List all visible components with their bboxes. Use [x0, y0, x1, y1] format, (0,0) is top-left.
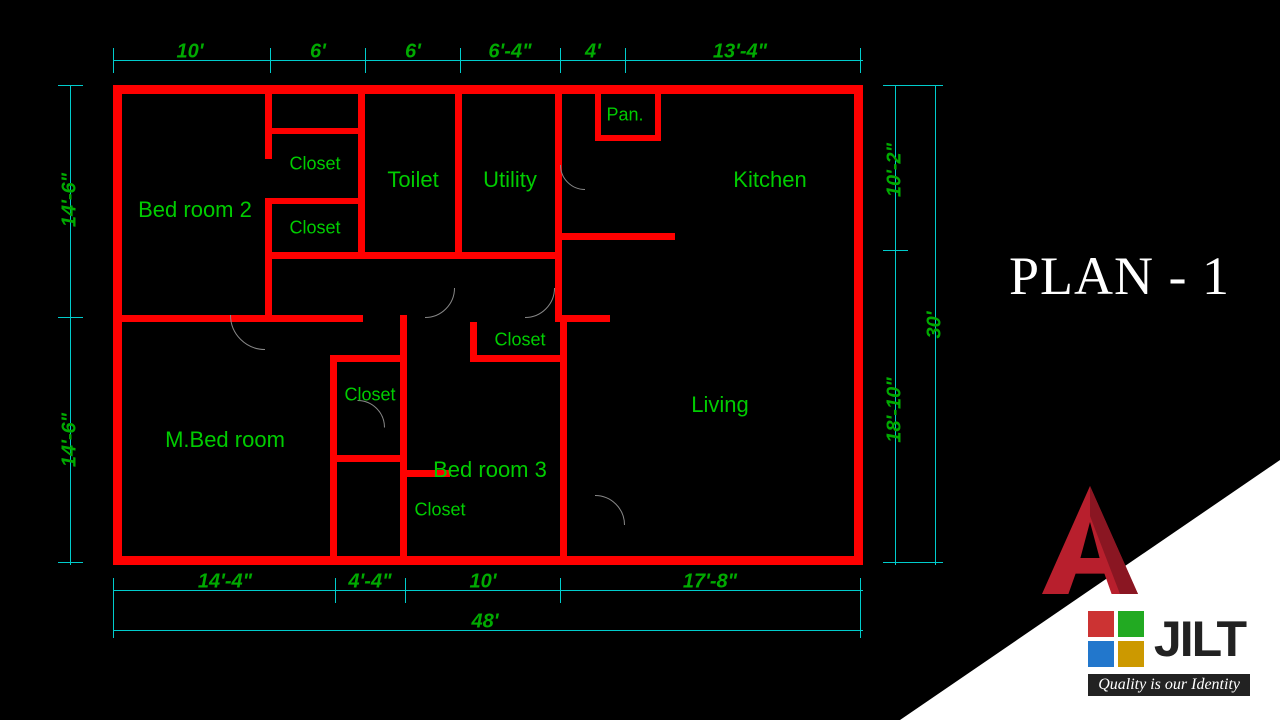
label-utility: Utility: [483, 167, 537, 193]
label-closet-2: Closet: [289, 218, 340, 239]
dim-left-1: 14'-6": [59, 173, 82, 227]
label-closet-1: Closet: [289, 154, 340, 175]
dim-top-1: 10': [176, 41, 203, 64]
dim-bot-total: 48': [471, 611, 498, 634]
dim-bot-4: 17'-8": [683, 571, 737, 594]
jilt-tagline: Quality is our Identity: [1088, 674, 1250, 696]
dim-right-total: 30': [924, 311, 947, 338]
dim-line-left: [70, 85, 71, 565]
autocad-logo-icon: [1030, 480, 1150, 600]
dim-top-6: 13'-4": [713, 41, 767, 64]
jilt-name: JILT: [1154, 610, 1245, 668]
dim-left-2: 14'-6": [59, 413, 82, 467]
floor-plan-canvas: 10' 6' 6' 6'-4" 4' 13'-4" 14'-4" 4'-4" 1…: [0, 0, 1280, 720]
label-bedroom3: Bed room 3: [433, 457, 547, 483]
dim-top-3: 6': [405, 41, 421, 64]
wall-right: [854, 85, 863, 565]
label-mbed: M.Bed room: [165, 427, 285, 453]
label-closet-4: Closet: [494, 330, 545, 351]
dim-bot-1: 14'-4": [198, 571, 252, 594]
label-living: Living: [691, 392, 748, 418]
label-closet-3: Closet: [344, 385, 395, 406]
dim-top-5: 4': [585, 41, 601, 64]
dim-top-4: 6'-4": [488, 41, 531, 64]
label-bedroom2: Bed room 2: [138, 197, 252, 223]
dim-bot-2: 4'-4": [348, 571, 391, 594]
wall-top: [113, 85, 863, 94]
label-closet-5: Closet: [414, 500, 465, 521]
label-toilet: Toilet: [387, 167, 438, 193]
label-pan: Pan.: [606, 105, 643, 126]
dim-right-2: 18'-10": [884, 377, 907, 442]
wall-bottom: [113, 556, 863, 565]
dim-top-2: 6': [310, 41, 326, 64]
jilt-logo: JILT: [1088, 610, 1245, 668]
plan-title: PLAN - 1: [1009, 245, 1230, 307]
wall-left: [113, 85, 122, 565]
label-kitchen: Kitchen: [733, 167, 806, 193]
dim-right-1: 10'-2": [884, 143, 907, 197]
jilt-squares-icon: [1088, 611, 1144, 667]
dim-bot-3: 10': [469, 571, 496, 594]
